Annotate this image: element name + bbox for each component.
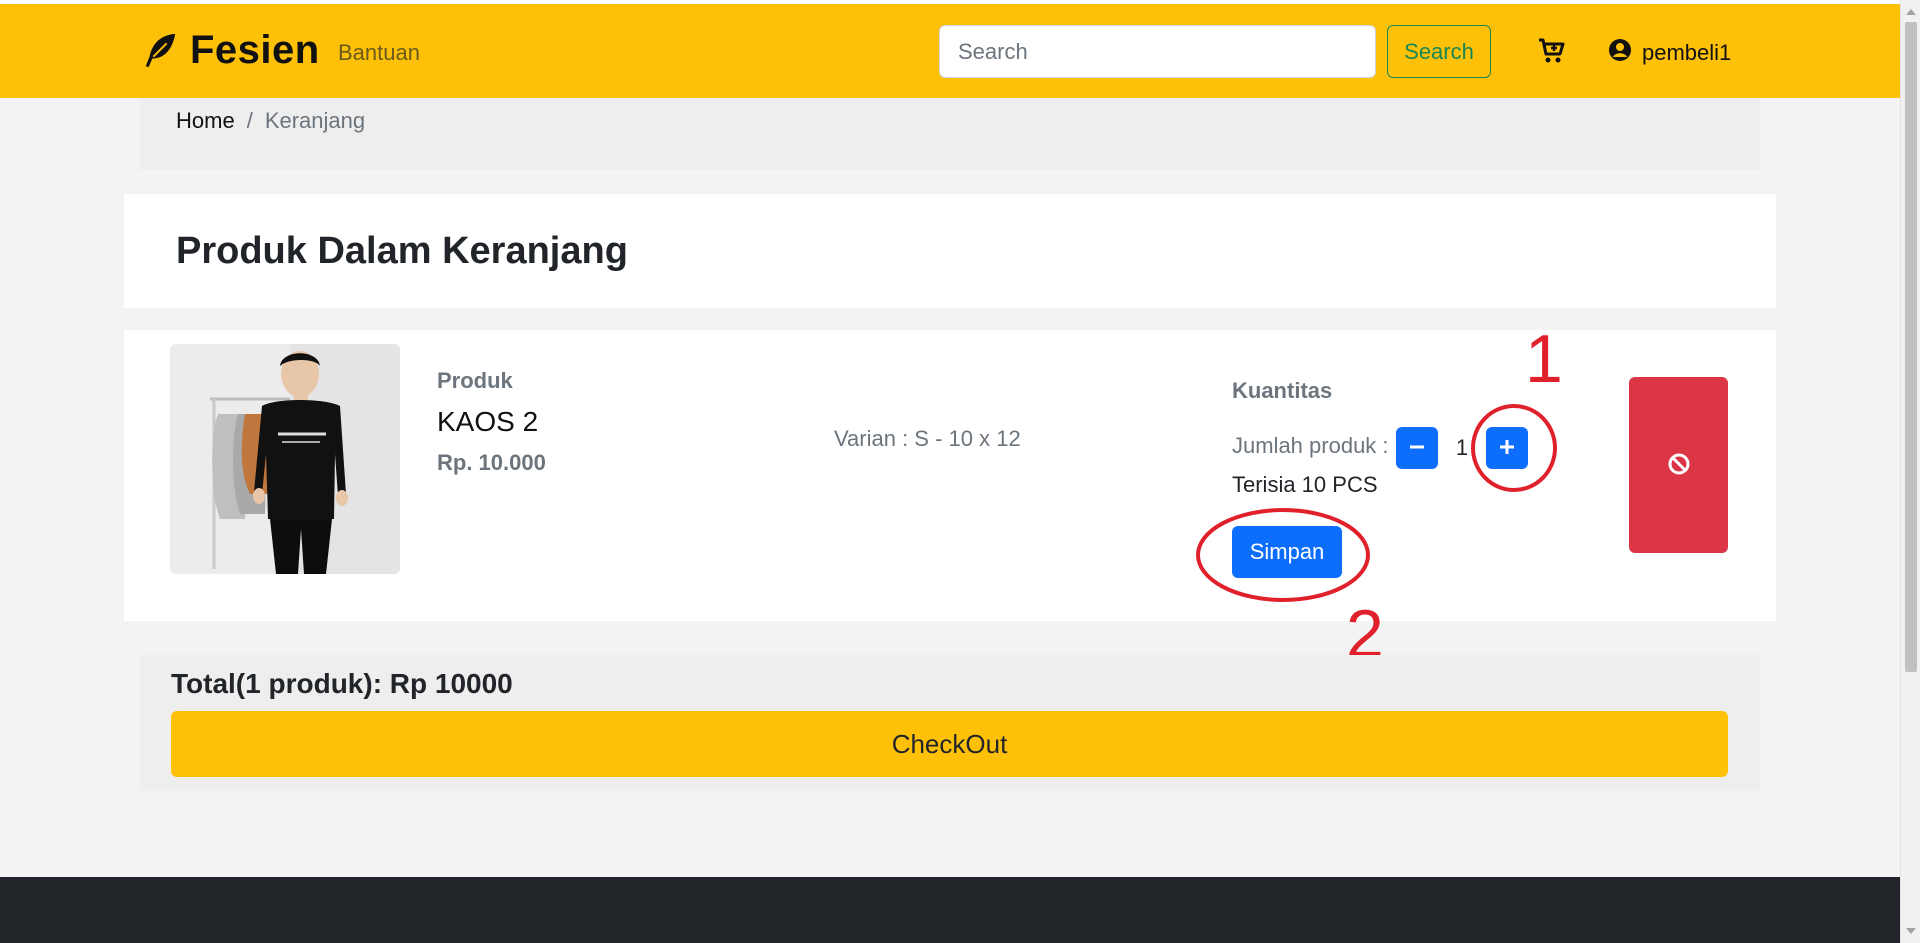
- page-title: Produk Dalam Keranjang: [176, 230, 628, 272]
- quantity-increase-button[interactable]: [1486, 427, 1528, 469]
- search-button[interactable]: Search: [1387, 25, 1491, 78]
- breadcrumb: Home / Keranjang: [176, 108, 365, 134]
- scrollbar-thumb[interactable]: [1905, 22, 1917, 672]
- checkout-button[interactable]: CheckOut: [171, 711, 1728, 777]
- breadcrumb-home[interactable]: Home: [176, 108, 235, 134]
- ban-icon: [1667, 452, 1691, 479]
- title-card: Produk Dalam Keranjang: [124, 194, 1776, 308]
- quantity-input[interactable]: [1438, 427, 1486, 469]
- breadcrumb-current: Keranjang: [264, 108, 366, 133]
- quantity-title: Kuantitas: [1232, 378, 1333, 403]
- stock-info: Terisia 10 PCS: [1232, 472, 1378, 497]
- cart-link[interactable]: [1537, 38, 1567, 68]
- cart-total: Total(1 produk): Rp 10000: [171, 668, 513, 699]
- cart-summary: Total(1 produk): Rp 10000 CheckOut: [140, 655, 1760, 791]
- help-link[interactable]: Bantuan: [338, 40, 420, 66]
- cart-plus-icon: [1538, 38, 1566, 69]
- user-menu[interactable]: pembeli1: [1608, 38, 1731, 68]
- brand-name: Fesien: [190, 27, 320, 72]
- brand-link[interactable]: Fesien: [140, 22, 320, 78]
- product-price: Rp. 10.000: [437, 450, 546, 475]
- delete-item-button[interactable]: [1629, 377, 1728, 553]
- page-scrollbar[interactable]: [1900, 0, 1920, 943]
- annotation-number-1: 1: [1525, 321, 1563, 397]
- footer: [0, 877, 1900, 943]
- product-label: Produk: [437, 368, 513, 393]
- breadcrumb-separator: /: [246, 108, 253, 133]
- product-name: KAOS 2: [437, 406, 539, 437]
- breadcrumb-container: Home / Keranjang: [140, 98, 1760, 170]
- product-variant: Varian : S - 10 x 12: [834, 426, 1021, 451]
- user-circle-icon: [1608, 38, 1632, 68]
- save-button[interactable]: Simpan: [1232, 526, 1342, 578]
- minus-icon: [1408, 438, 1426, 459]
- scroll-up-arrow-icon[interactable]: [1901, 2, 1920, 22]
- plus-icon: [1498, 438, 1516, 459]
- quantity-decrease-button[interactable]: [1396, 427, 1438, 469]
- quantity-label: Jumlah produk :: [1232, 433, 1389, 458]
- search-input[interactable]: [939, 25, 1376, 78]
- product-image: [170, 344, 400, 574]
- scroll-down-arrow-icon[interactable]: [1901, 921, 1920, 941]
- navbar: Fesien Bantuan Search pembeli1: [0, 4, 1900, 98]
- username: pembeli1: [1642, 40, 1732, 65]
- feather-icon: [140, 30, 180, 70]
